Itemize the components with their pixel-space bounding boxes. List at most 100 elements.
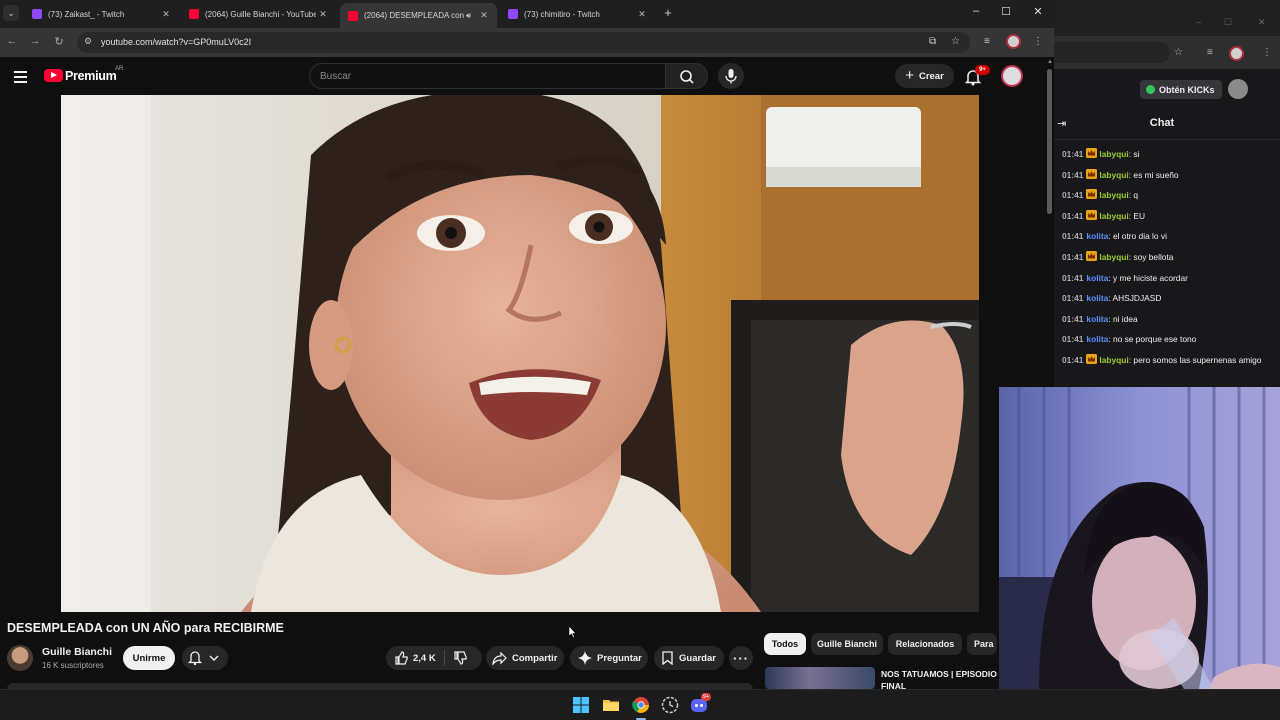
maximize-icon[interactable]: ☐ [1224,17,1232,28]
youtube-icon [189,9,199,19]
like-icon[interactable] [394,651,408,665]
close-window-icon[interactable]: ✕ [1258,17,1266,28]
chat-username[interactable]: kolita [1086,334,1108,344]
chip-channel[interactable]: Guille Bianchi [811,633,883,655]
crown-badge-icon [1086,189,1098,200]
join-button[interactable]: Unirme [123,646,175,670]
channel-name[interactable]: Guille Bianchi [42,646,112,658]
clock-app-icon[interactable] [661,696,679,714]
media-control-icon[interactable]: ≡ [984,36,990,47]
chat-username[interactable]: labyqui [1099,355,1128,365]
chat-username[interactable]: labyqui [1099,190,1128,200]
media-control-icon[interactable]: ≡ [1207,47,1213,58]
chat-username[interactable]: kolita [1086,314,1108,324]
chat-username[interactable]: labyqui [1099,170,1128,180]
side-url-input[interactable] [1054,42,1170,63]
webcam-frame [999,387,1280,689]
chat-username[interactable]: kolita [1086,293,1108,303]
kicks-icon [1146,85,1155,94]
more-actions-button[interactable]: ··· [729,646,753,670]
tab-youtube-channel[interactable]: (2064) Guille Bianchi - YouTube ✕ [181,3,336,25]
notification-badge: 9+ [975,65,990,75]
back-icon[interactable]: ← [5,35,19,47]
scroll-up-icon[interactable]: ▲ [1047,59,1053,65]
side-address-bar: ☆ ≡ ⋮ [1054,36,1280,69]
share-button[interactable]: Compartir [486,646,564,670]
minimize-icon[interactable]: – [968,5,984,17]
maximize-icon[interactable]: ☐ [998,5,1014,18]
bookmark-star-icon[interactable]: ☆ [1174,47,1183,58]
sparkle-icon [578,651,592,665]
reload-icon[interactable]: ↻ [52,35,66,48]
youtube-logo-icon[interactable] [44,69,63,82]
chat-text: y me hiciste acordar [1112,272,1188,283]
minimize-icon[interactable]: – [1196,17,1201,27]
chip-related[interactable]: Relacionados [888,633,962,655]
chip-all[interactable]: Todos [764,633,806,655]
video-title: DESEMPLEADA con UN AÑO para RECIBIRME [7,621,284,635]
forward-icon[interactable]: → [28,35,42,47]
profile-avatar[interactable] [1229,46,1244,61]
close-tab-icon[interactable]: ✕ [159,9,173,20]
bookmark-star-icon[interactable]: ☆ [951,36,960,47]
chat-header: ⇥ Chat [1054,107,1280,140]
chat-message: 01:41 labyqui: q [1062,189,1272,201]
file-explorer-icon[interactable] [602,696,620,714]
voice-search-button[interactable] [718,63,744,89]
bookmark-icon [662,651,673,665]
channel-avatar[interactable] [7,645,33,671]
search-input[interactable]: Buscar [309,63,666,89]
chat-message: 01:41 labyqui: soy bellota [1062,250,1272,263]
close-window-icon[interactable]: ✕ [1030,5,1046,18]
site-info-icon[interactable]: ⚙ [84,36,92,47]
speaker-icon[interactable]: 🔊︎ [466,11,471,21]
tab-twitch-chimitiro[interactable]: (73) chimitiro - Twitch ✕ [500,3,655,25]
mouse-cursor-icon [569,626,577,638]
video-player[interactable] [61,95,979,612]
dislike-icon[interactable] [453,651,467,665]
twitch-user-avatar[interactable] [1228,79,1248,99]
save-label: Guardar [679,652,716,664]
country-code: AR [115,66,124,72]
install-icon[interactable]: ⧉ [929,36,936,47]
create-button[interactable]: + Crear [895,64,954,88]
crown-badge-icon [1086,250,1098,261]
url-input[interactable]: ⚙ youtube.com/watch?v=GP0muLV0c2I ⧉ ☆ [77,32,970,53]
recommendation-title[interactable]: NOS TATUAMOS | EPISODIO FINAL [881,668,1001,689]
chat-username[interactable]: labyqui [1099,252,1128,262]
menu-kebab-icon[interactable]: ⋮ [1033,36,1043,47]
menu-kebab-icon[interactable]: ⋮ [1262,47,1272,58]
chat-username[interactable]: labyqui [1099,149,1128,159]
close-tab-icon[interactable]: ✕ [477,10,491,21]
new-tab-icon[interactable]: + [660,5,676,21]
chat-timestamp: 01:41 [1062,354,1084,365]
chat-message: 01:41 labyqui: EU [1062,209,1272,222]
get-kicks-button[interactable]: Obtén KICKs [1140,80,1222,99]
chat-username[interactable]: kolita [1086,231,1108,241]
windows-start-icon[interactable] [572,696,590,714]
chrome-icon[interactable] [632,696,650,714]
ask-button[interactable]: Preguntar [570,646,648,670]
tab-twitch-zaikast[interactable]: (73) Zaikast_ - Twitch ✕ [24,3,179,25]
tab-search-icon[interactable]: ⌄ [3,5,19,21]
side-tab-strip: – ☐ ✕ [1054,0,1280,36]
account-avatar[interactable] [1001,65,1023,87]
youtube-brand[interactable]: Premium [65,69,117,83]
save-button[interactable]: Guardar [654,646,724,670]
close-tab-icon[interactable]: ✕ [316,9,330,20]
search-button[interactable] [666,63,708,89]
address-bar: ← → ↻ ⚙ youtube.com/watch?v=GP0muLV0c2I … [0,28,1054,57]
channel-notifications-button[interactable] [182,646,228,670]
close-tab-icon[interactable]: ✕ [635,9,649,20]
scrollbar-thumb[interactable] [1047,69,1052,214]
crown-badge-icon [1086,353,1098,364]
tab-youtube-video[interactable]: (2064) DESEMPLEADA con 🔊︎ ✕ [340,3,497,28]
like-count[interactable]: 2,4 K [413,653,436,664]
twitch-icon [508,9,518,19]
chat-username[interactable]: kolita [1086,273,1108,283]
chat-username[interactable]: labyqui [1099,211,1128,221]
recommendation-thumbnail[interactable] [765,667,875,689]
menu-icon[interactable] [14,71,27,86]
profile-avatar[interactable] [1006,34,1021,49]
chip-for-you[interactable]: Para [967,633,997,655]
